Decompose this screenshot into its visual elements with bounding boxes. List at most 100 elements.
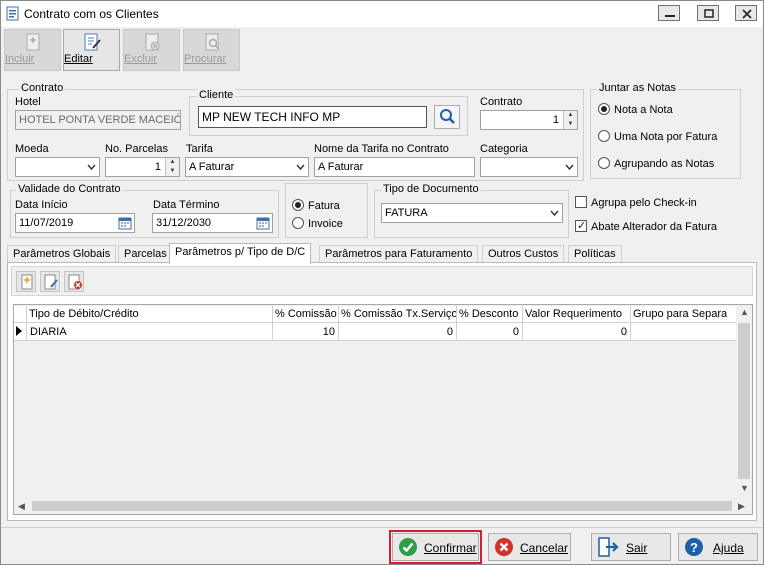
toolbar: Incluir Editar Excluir Procurar: [1, 27, 763, 73]
radio-dot: [292, 199, 304, 211]
nome-tarifa-label: Nome da Tarifa no Contrato: [314, 143, 449, 155]
radio-nota-a-nota-label: Nota a Nota: [614, 104, 673, 116]
exit-door-icon: [598, 537, 619, 557]
parcelas-label: No. Parcelas: [105, 143, 168, 155]
delete-row-icon: [68, 274, 82, 290]
scroll-down-icon[interactable]: ▼: [740, 483, 749, 493]
radio-agrupando-label: Agrupando as Notas: [614, 158, 715, 170]
data-inicio-value: 11/07/2019: [19, 217, 74, 229]
table-cell[interactable]: 0: [339, 323, 457, 341]
radio-uma-nota-label: Uma Nota por Fatura: [614, 131, 718, 143]
cliente-search-button[interactable]: [434, 105, 460, 129]
edit-row-icon: [44, 274, 58, 290]
col-desconto-header[interactable]: % Desconto: [457, 306, 523, 323]
col-comissao-tx-header[interactable]: % Comissão Tx.Serviço: [339, 306, 457, 323]
incluir-button[interactable]: Incluir: [4, 29, 61, 71]
tab-parametros-faturamento[interactable]: Parâmetros para Faturamento: [319, 245, 479, 263]
tarifa-select[interactable]: A Faturar: [185, 157, 309, 177]
table-cell[interactable]: DIARIA: [27, 323, 273, 341]
dc-grid[interactable]: Tipo de Débito/Crédito % Comissão % Comi…: [13, 304, 753, 515]
tab-parametros-globais[interactable]: Parâmetros Globais: [7, 245, 117, 263]
col-valor-req-header[interactable]: Valor Requerimento: [523, 306, 631, 323]
table-cell[interactable]: 0: [457, 323, 523, 341]
abate-checkbox[interactable]: Abate Alterador da Fatura: [575, 219, 717, 233]
main-window: Contrato com os Clientes Incluir Editar: [0, 0, 764, 565]
excluir-button[interactable]: Excluir: [123, 29, 180, 71]
radio-dot: [598, 130, 610, 142]
grid-add-button[interactable]: [16, 271, 36, 292]
incluir-label: Incluir: [5, 53, 35, 65]
tab-politicas[interactable]: Políticas: [568, 245, 622, 263]
radio-fatura-label: Fatura: [308, 200, 340, 212]
calendar-icon[interactable]: [256, 216, 270, 230]
procurar-label: Procurar: [184, 53, 227, 65]
hotel-field[interactable]: HOTEL PONTA VERDE MACEIÓ: [15, 110, 181, 130]
categoria-select[interactable]: [480, 157, 578, 177]
minimize-button[interactable]: [658, 5, 680, 21]
grid-delete-button[interactable]: [64, 271, 84, 292]
restore-button[interactable]: [697, 5, 719, 21]
categoria-label: Categoria: [480, 143, 528, 155]
moeda-select[interactable]: [15, 157, 100, 177]
scroll-left-icon[interactable]: ◀: [18, 501, 25, 512]
moeda-label: Moeda: [15, 143, 49, 155]
tipo-doc-select[interactable]: FATURA: [381, 203, 563, 223]
table-cell[interactable]: 0: [523, 323, 631, 341]
data-termino-field[interactable]: 31/12/2030: [152, 213, 273, 233]
chevron-down-icon: [87, 164, 96, 170]
cancelar-label: Cancelar: [520, 541, 569, 555]
nome-tarifa-field[interactable]: A Faturar: [314, 157, 475, 177]
radio-uma-nota[interactable]: Uma Nota por Fatura: [598, 130, 717, 143]
tab-panel: Tipo de Débito/Crédito % Comissão % Comi…: [7, 262, 757, 521]
contrato-stepper[interactable]: 1 ▲ ▼: [480, 110, 578, 130]
tab-parametros-tipo-dc[interactable]: Parâmetros p/ Tipo de D/C: [169, 243, 312, 264]
parcelas-spin[interactable]: ▲ ▼: [165, 158, 179, 176]
horizontal-scrollbar[interactable]: ◀ ▶: [14, 498, 752, 514]
editar-button[interactable]: Editar: [63, 29, 120, 71]
bottom-bar: Confirmar Cancelar Sair ? Ajuda: [1, 527, 763, 565]
sair-button[interactable]: Sair: [591, 533, 671, 561]
title-bar: Contrato com os Clientes: [1, 1, 763, 27]
tab-outros-custos[interactable]: Outros Custos: [482, 245, 565, 263]
check-circle-icon: [399, 538, 417, 556]
cliente-group-title: Cliente: [197, 89, 236, 101]
chevron-down-icon: [565, 164, 574, 170]
data-inicio-field[interactable]: 11/07/2019: [15, 213, 135, 233]
parcelas-value: 1: [154, 161, 161, 173]
row-pointer-icon: [16, 326, 22, 336]
data-termino-label: Data Término: [153, 199, 220, 211]
hotel-label: Hotel: [15, 96, 41, 108]
vertical-scroll-thumb[interactable]: [738, 323, 750, 479]
cliente-field[interactable]: MP NEW TECH INFO MP: [198, 106, 427, 128]
parcelas-stepper[interactable]: 1 ▲ ▼: [105, 157, 180, 177]
vertical-scrollbar[interactable]: ▲ ▼: [736, 305, 752, 498]
ajuda-button[interactable]: ? Ajuda: [678, 533, 758, 561]
col-comissao-header[interactable]: % Comissão: [273, 306, 339, 323]
table-cell[interactable]: [631, 323, 737, 341]
radio-invoice[interactable]: Invoice: [292, 217, 343, 230]
grid-edit-button[interactable]: [40, 271, 60, 292]
contrato-label: Contrato: [480, 96, 523, 108]
scroll-right-icon[interactable]: ▶: [738, 501, 745, 512]
scroll-up-icon[interactable]: ▲: [740, 307, 749, 317]
agrupa-checkbox[interactable]: Agrupa pelo Check-in: [575, 196, 697, 209]
col-grupo-header[interactable]: Grupo para Separa: [631, 306, 737, 323]
radio-agrupando[interactable]: Agrupando as Notas: [598, 157, 714, 170]
table-cell[interactable]: 10: [273, 323, 339, 341]
contrato-spin[interactable]: ▲ ▼: [563, 111, 577, 129]
contrato-group-title: Contrato: [19, 82, 66, 94]
radio-nota-a-nota[interactable]: Nota a Nota: [598, 103, 673, 116]
procurar-button[interactable]: Procurar: [183, 29, 240, 71]
calendar-icon[interactable]: [118, 216, 132, 230]
radio-fatura[interactable]: Fatura: [292, 199, 340, 212]
tarifa-label: Tarifa: [186, 143, 213, 155]
window-title: Contrato com os Clientes: [24, 7, 159, 21]
cancelar-button[interactable]: Cancelar: [488, 533, 571, 561]
horizontal-scroll-thumb[interactable]: [32, 501, 732, 511]
close-button[interactable]: [735, 5, 757, 21]
svg-text:?: ?: [690, 540, 698, 555]
tab-parcelas[interactable]: Parcelas: [118, 245, 173, 263]
edit-document-icon: [84, 33, 101, 51]
confirmar-button[interactable]: Confirmar: [389, 530, 482, 564]
col-tipo-header[interactable]: Tipo de Débito/Crédito: [27, 306, 273, 323]
